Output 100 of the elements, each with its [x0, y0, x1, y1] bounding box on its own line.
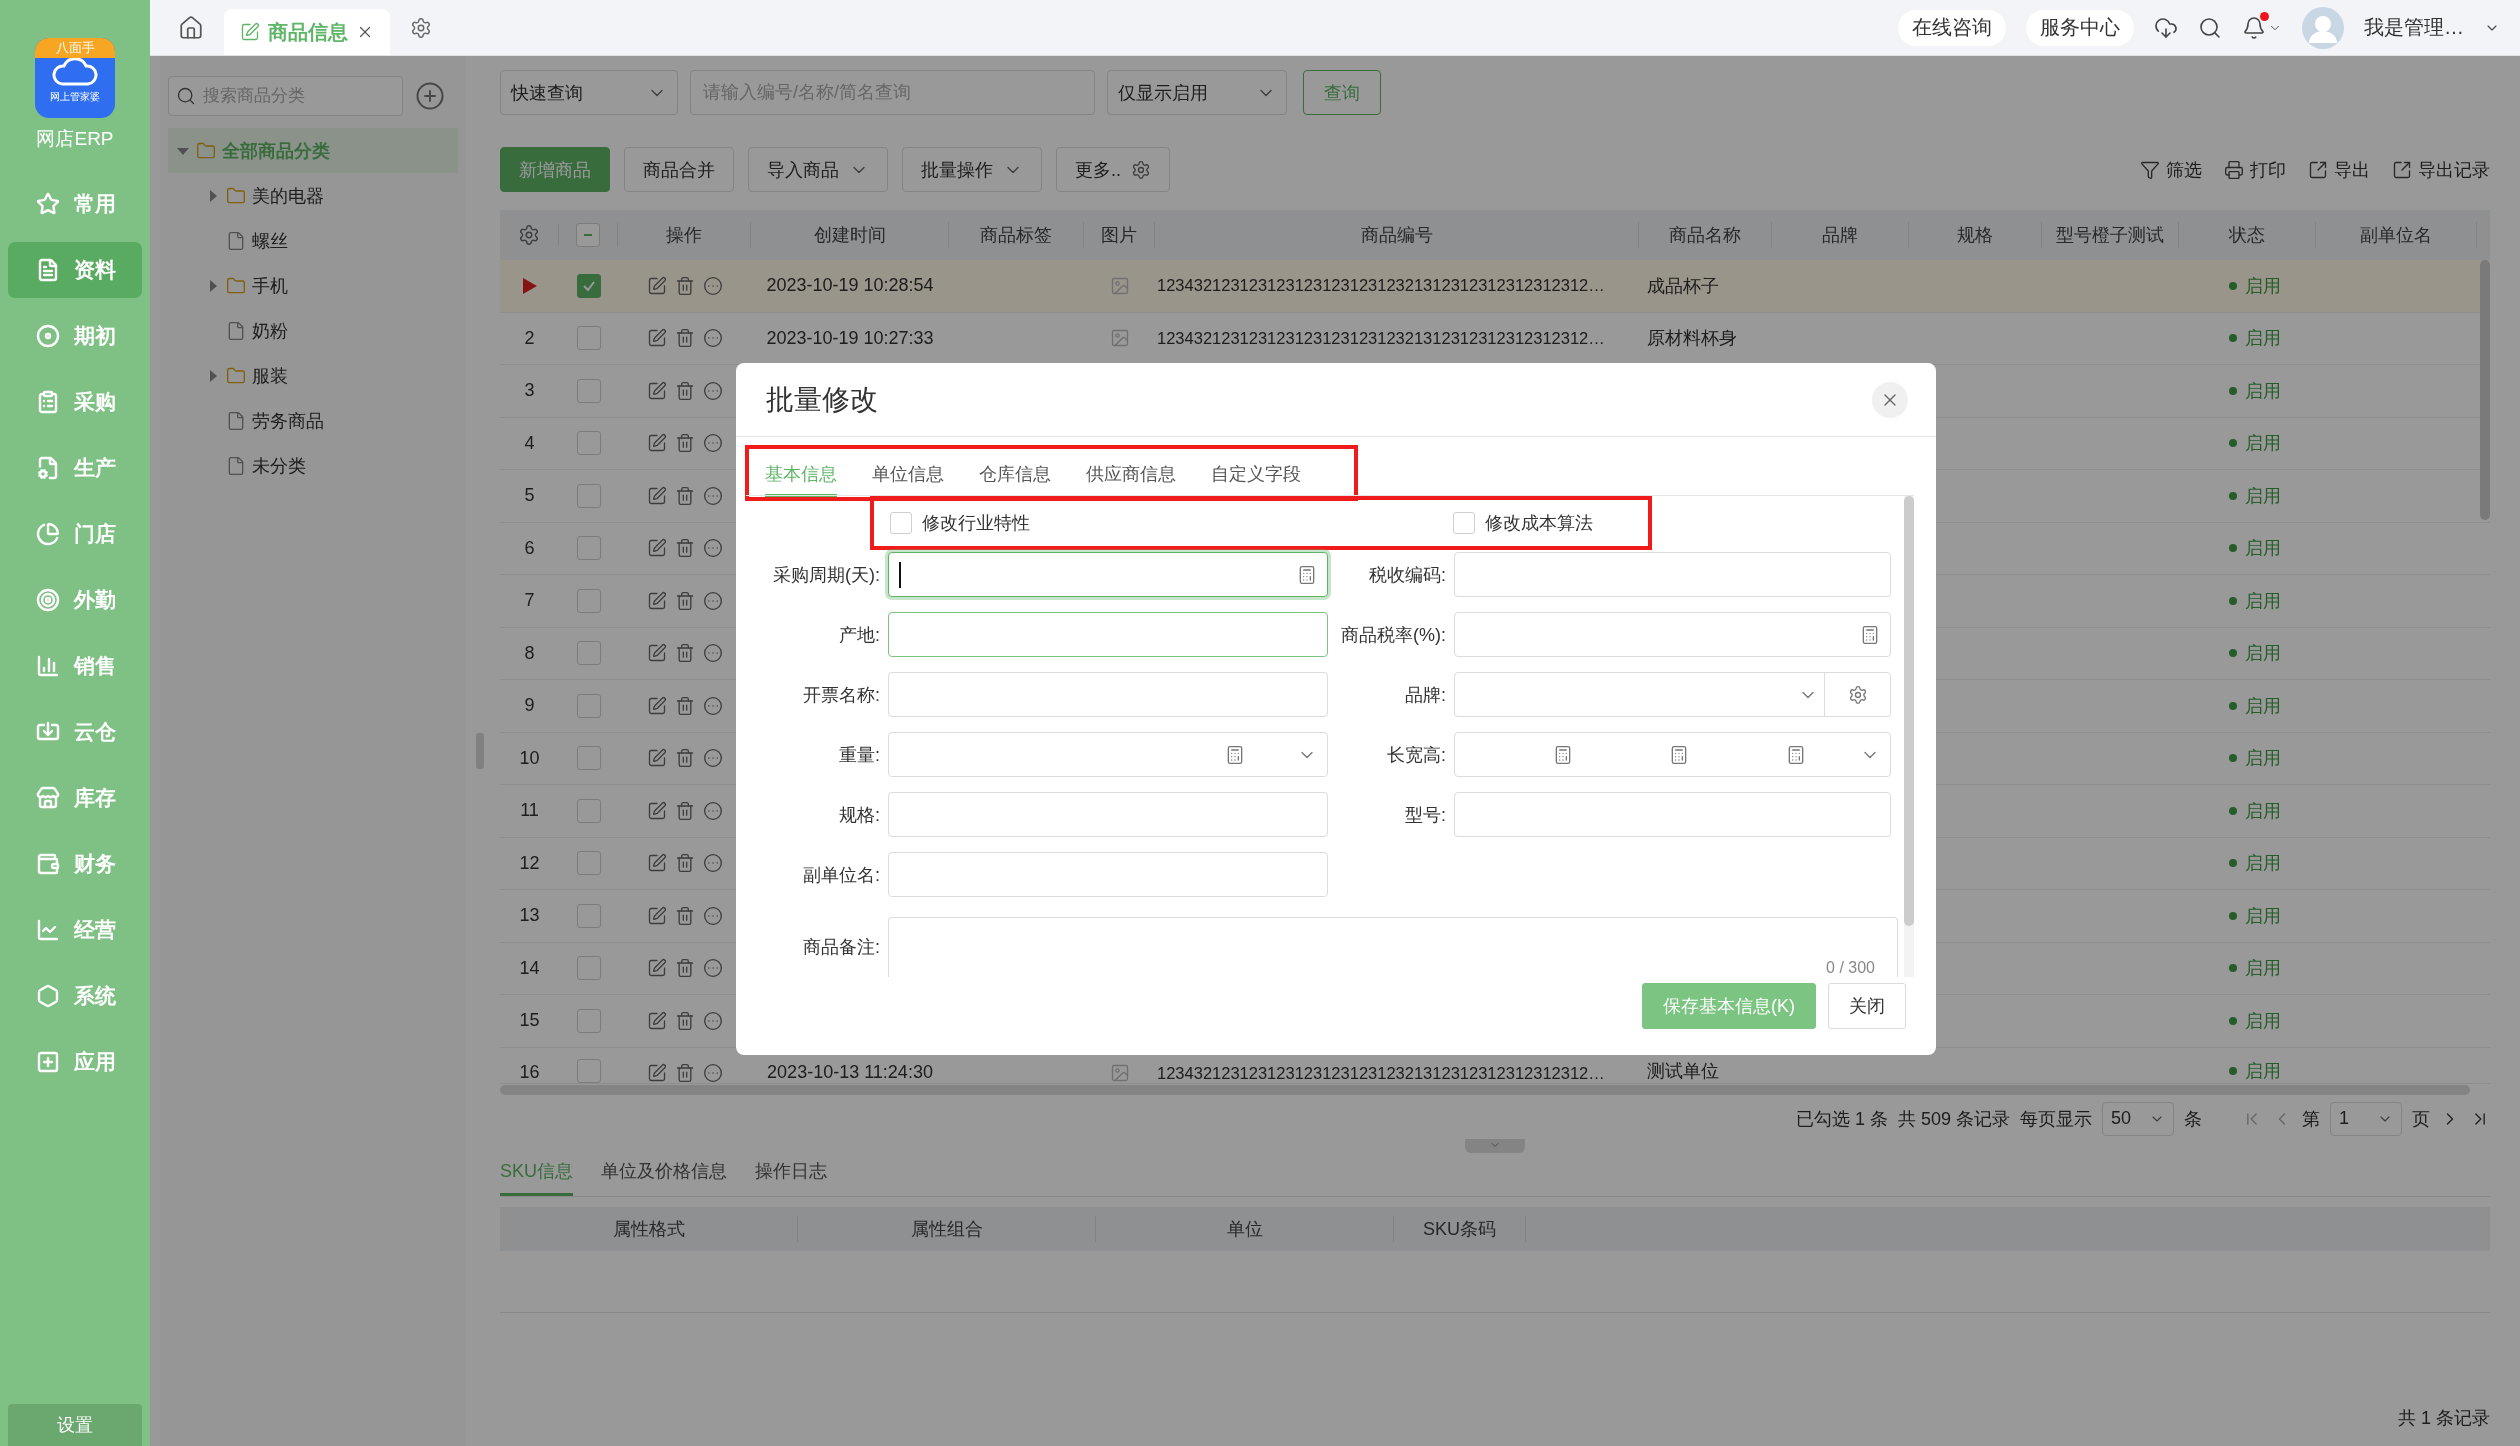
checkbox[interactable] — [576, 1008, 601, 1033]
add-icon[interactable] — [415, 81, 445, 111]
more-icon[interactable] — [702, 328, 723, 349]
toolbar-button[interactable]: 导入商品 — [748, 147, 888, 192]
edit-icon[interactable] — [646, 328, 667, 349]
bell-icon[interactable] — [2242, 15, 2266, 40]
remark-field[interactable]: 0 / 300 — [888, 917, 1898, 977]
checkbox[interactable] — [576, 378, 601, 403]
edit-icon[interactable] — [646, 853, 667, 874]
more-icon[interactable] — [702, 748, 723, 769]
header-link[interactable]: 在线咨询 — [1898, 9, 2006, 46]
toolbar-button[interactable]: 批量操作 — [902, 147, 1042, 192]
tree-item[interactable]: 螺丝 — [168, 218, 458, 263]
delete-icon[interactable] — [674, 1010, 695, 1031]
tree-item[interactable]: 手机 — [168, 263, 458, 308]
detail-tab[interactable]: 单位及价格信息 — [601, 1158, 727, 1196]
edit-icon[interactable] — [646, 643, 667, 664]
close-button[interactable] — [1872, 381, 1908, 418]
detail-tab[interactable]: 操作日志 — [755, 1158, 827, 1196]
delete-icon[interactable] — [674, 380, 695, 401]
edit-icon[interactable] — [646, 485, 667, 506]
edit-icon[interactable] — [646, 1062, 667, 1083]
delete-icon[interactable] — [674, 275, 695, 296]
toolbar-link[interactable]: 导出 — [2308, 157, 2370, 182]
delete-icon[interactable] — [674, 748, 695, 769]
edit-icon[interactable] — [646, 905, 667, 926]
more-icon[interactable] — [702, 1010, 723, 1031]
delete-icon[interactable] — [674, 800, 695, 821]
checkbox[interactable] — [890, 512, 912, 534]
delete-icon[interactable] — [674, 643, 695, 664]
more-icon[interactable] — [702, 1062, 723, 1083]
more-icon[interactable] — [702, 643, 723, 664]
input-field[interactable] — [888, 612, 1328, 657]
cloud-download-icon[interactable] — [2154, 15, 2178, 40]
page-size-select[interactable]: 50 — [2102, 1101, 2174, 1136]
checkbox[interactable] — [576, 223, 600, 247]
delete-icon[interactable] — [674, 538, 695, 559]
settings-icon[interactable] — [1847, 684, 1868, 705]
delete-icon[interactable] — [674, 695, 695, 716]
checkbox[interactable] — [576, 956, 601, 981]
tree-item[interactable]: 奶粉 — [168, 308, 458, 353]
delete-icon[interactable] — [674, 1062, 695, 1083]
dialog-tab[interactable]: 供应商信息 — [1086, 462, 1176, 497]
more-icon[interactable] — [702, 538, 723, 559]
input-field[interactable] — [888, 552, 1328, 597]
checkbox[interactable] — [576, 483, 601, 508]
checkbox[interactable] — [576, 798, 601, 823]
edit-icon[interactable] — [646, 275, 667, 296]
delete-icon[interactable] — [674, 433, 695, 454]
more-icon[interactable] — [702, 433, 723, 454]
vertical-scrollbar[interactable] — [2480, 260, 2490, 520]
toolbar-button[interactable]: 商品合并 — [624, 147, 734, 192]
settings-icon[interactable] — [410, 16, 432, 39]
resize-handle[interactable] — [476, 733, 484, 769]
collapse-handle[interactable] — [1465, 1138, 1525, 1153]
checkbox[interactable] — [1453, 512, 1475, 534]
status-select[interactable]: 仅显示启用 — [1107, 70, 1287, 115]
more-icon[interactable] — [702, 485, 723, 506]
edit-icon[interactable] — [646, 958, 667, 979]
tree-item[interactable]: 未分类 — [168, 443, 458, 488]
checkbox[interactable] — [576, 1058, 601, 1083]
delete-icon[interactable] — [674, 328, 695, 349]
delete-icon[interactable] — [674, 905, 695, 926]
checkbox[interactable] — [576, 851, 601, 876]
delete-icon[interactable] — [674, 853, 695, 874]
edit-icon[interactable] — [646, 538, 667, 559]
tree-item[interactable]: 美的电器 — [168, 173, 458, 218]
toolbar-link[interactable]: 打印 — [2224, 157, 2286, 182]
page-select[interactable]: 1 — [2330, 1101, 2402, 1136]
more-icon[interactable] — [702, 958, 723, 979]
edit-icon[interactable] — [646, 695, 667, 716]
settings-icon[interactable] — [518, 224, 540, 246]
user-name[interactable]: 我是管理… — [2364, 14, 2464, 41]
more-icon[interactable] — [702, 853, 723, 874]
toolbar-button[interactable]: 更多.. — [1056, 147, 1170, 192]
checkbox[interactable] — [576, 588, 601, 613]
checkbox[interactable] — [576, 536, 601, 561]
edit-icon[interactable] — [646, 1010, 667, 1031]
dialog-tab[interactable]: 单位信息 — [872, 462, 944, 497]
edit-icon[interactable] — [646, 590, 667, 611]
dialog-tab[interactable]: 仓库信息 — [979, 462, 1051, 497]
more-icon[interactable] — [702, 590, 723, 611]
horizontal-scrollbar[interactable] — [500, 1084, 2470, 1095]
more-icon[interactable] — [702, 380, 723, 401]
scrollbar-thumb[interactable] — [1904, 496, 1914, 926]
home-icon[interactable] — [178, 14, 204, 41]
checkbox[interactable] — [576, 903, 601, 928]
edit-icon[interactable] — [646, 748, 667, 769]
edit-icon[interactable] — [646, 433, 667, 454]
tree-item[interactable]: 服装 — [168, 353, 458, 398]
more-icon[interactable] — [702, 905, 723, 926]
delete-icon[interactable] — [674, 590, 695, 611]
mode-select[interactable]: 快速查询 — [500, 70, 678, 115]
checkbox[interactable] — [576, 431, 601, 456]
more-icon[interactable] — [702, 695, 723, 716]
checkbox[interactable] — [576, 641, 601, 666]
dialog-tab[interactable]: 自定义字段 — [1211, 462, 1301, 497]
more-icon[interactable] — [702, 800, 723, 821]
header-link[interactable]: 服务中心 — [2026, 9, 2134, 46]
tree-item[interactable]: 劳务商品 — [168, 398, 458, 443]
